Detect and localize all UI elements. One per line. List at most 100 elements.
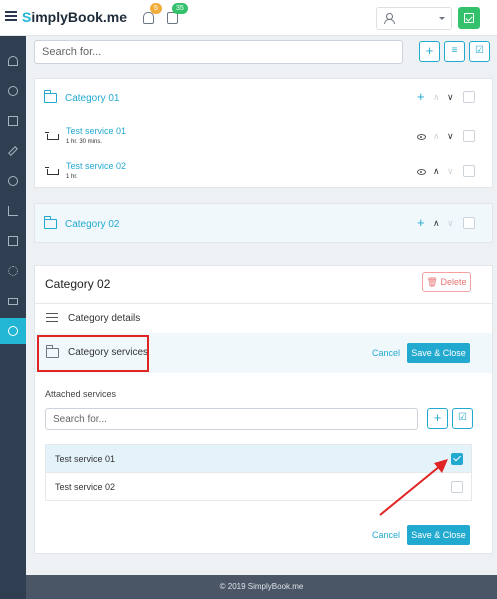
chevron-down-icon[interactable]: ∨ (447, 166, 454, 177)
annotation-highlight-box (37, 335, 149, 372)
category-card: Category 01 + ∧ ∨ Test service 01 1 hr. … (34, 78, 493, 188)
pencil-icon (8, 146, 18, 156)
gift-icon (8, 236, 18, 246)
cart-icon (45, 166, 59, 178)
attached-service-checkbox[interactable] (451, 453, 463, 465)
bell-icon[interactable] (143, 12, 154, 24)
sidebar-item-money[interactable] (0, 288, 26, 314)
chevron-up-icon[interactable]: ∧ (433, 166, 440, 177)
service-checkbox[interactable] (463, 130, 475, 142)
sidebar-item-gift[interactable] (0, 228, 26, 254)
add-service-icon[interactable]: + (417, 215, 425, 230)
user-menu[interactable] (376, 7, 452, 30)
trash-icon: 🗑 (426, 277, 438, 287)
sidebar-item-ideas[interactable] (0, 78, 26, 104)
service-row[interactable]: Test service 02 1 hr. ∧ ∨ (35, 154, 492, 189)
arrow-shaft (379, 465, 441, 516)
top-bar: SimplyBook.me 5 35 (0, 0, 497, 36)
check-square-icon: ☑ (458, 412, 467, 423)
search-input[interactable] (34, 40, 403, 64)
check-square-icon: ☑ (475, 45, 484, 56)
calendar-icon (8, 116, 18, 126)
category-checkbox[interactable] (463, 91, 475, 103)
hamburger-icon[interactable] (5, 11, 17, 21)
category-row[interactable]: Category 01 + ∧ ∨ (35, 79, 492, 119)
service-duration: 1 hr. (66, 174, 78, 180)
sidebar (0, 36, 26, 599)
sidebar-item-calendar[interactable] (0, 108, 26, 134)
sidebar-item-chat[interactable] (0, 318, 26, 344)
plus-icon: + (433, 410, 442, 425)
delete-label: Delete (440, 277, 467, 287)
annotation-arrow (379, 459, 448, 516)
attached-service-name: Test service 01 (55, 454, 116, 464)
tasks-badge: 35 (172, 3, 188, 14)
chevron-up-icon[interactable]: ∧ (433, 131, 440, 142)
add-service-icon[interactable]: + (417, 89, 425, 104)
delete-button[interactable]: 🗑 Delete (422, 272, 471, 292)
money-icon (8, 298, 18, 305)
chevron-up-icon[interactable]: ∧ (433, 218, 440, 229)
gear-icon (8, 266, 18, 276)
attached-service-name: Test service 02 (55, 482, 116, 492)
logo[interactable]: SimplyBook.me (22, 9, 127, 25)
select-attached-button[interactable]: ☑ (452, 408, 473, 429)
category-details-label[interactable]: Category details (68, 313, 140, 324)
chart-icon (8, 206, 18, 216)
category-card: Category 02 + ∧ ∨ (34, 203, 493, 243)
notifications-badge: 5 (150, 3, 162, 14)
service-duration: 1 hr. 30 mins. (66, 139, 103, 145)
service-title[interactable]: Test service 01 (66, 126, 126, 136)
service-row[interactable]: Test service 01 1 hr. 30 mins. ∧ ∨ (35, 119, 492, 154)
attached-services-label: Attached services (45, 389, 117, 399)
category-label[interactable]: Category 01 (65, 93, 119, 104)
sliders-icon (46, 313, 58, 322)
select-button[interactable]: ☑ (469, 41, 490, 62)
check-square-icon (464, 13, 474, 23)
folder-icon (44, 90, 57, 103)
chat-icon (8, 326, 18, 336)
cancel-button[interactable]: Cancel (372, 530, 400, 540)
lightbulb-icon (8, 86, 18, 96)
folder-icon (44, 216, 57, 229)
eye-icon[interactable] (417, 169, 426, 175)
add-button[interactable]: + (419, 41, 440, 62)
attached-search-input[interactable] (45, 408, 418, 430)
category-row[interactable]: Category 02 + ∧ ∨ (35, 204, 492, 244)
footer: © 2019 SimplyBook.me (26, 575, 497, 599)
category-details-row[interactable]: Category details (35, 303, 492, 333)
chevron-down-icon[interactable]: ∨ (447, 131, 454, 142)
list-view-button[interactable]: ≡ (444, 41, 465, 62)
chevron-down-icon[interactable]: ∨ (447, 218, 454, 229)
arrow-head (434, 459, 448, 473)
sidebar-item-edit[interactable] (0, 138, 26, 164)
save-close-button[interactable]: Save & Close (407, 343, 470, 363)
category-checkbox[interactable] (463, 217, 475, 229)
category-label[interactable]: Category 02 (65, 219, 119, 230)
sidebar-item-dashboard[interactable] (0, 48, 26, 74)
logo-text: implyBook.me (31, 9, 128, 25)
chevron-up-icon[interactable]: ∧ (433, 92, 440, 103)
add-attached-button[interactable]: + (427, 408, 448, 429)
save-close-button[interactable]: Save & Close (407, 525, 470, 545)
category-services-row[interactable]: Category services Cancel Save & Close (35, 333, 492, 373)
search-row: + ≡ ☑ (34, 40, 492, 64)
chevron-down-icon (439, 17, 445, 20)
check-square-button[interactable] (458, 7, 480, 29)
list-icon: ≡ (451, 45, 458, 56)
plus-icon: + (425, 43, 434, 58)
sidebar-item-clock[interactable] (0, 168, 26, 194)
eye-icon[interactable] (417, 134, 426, 140)
cancel-button[interactable]: Cancel (372, 348, 400, 358)
dashboard-icon (8, 56, 18, 66)
sidebar-item-settings[interactable] (0, 258, 26, 284)
sidebar-item-reports[interactable] (0, 198, 26, 224)
service-checkbox[interactable] (463, 165, 475, 177)
cart-icon (45, 131, 59, 143)
chevron-down-icon[interactable]: ∨ (447, 92, 454, 103)
service-title[interactable]: Test service 02 (66, 161, 126, 171)
user-icon (384, 13, 395, 24)
clock-icon (8, 176, 18, 186)
panel-title: Category 02 (45, 277, 111, 291)
attached-service-checkbox[interactable] (451, 481, 463, 493)
